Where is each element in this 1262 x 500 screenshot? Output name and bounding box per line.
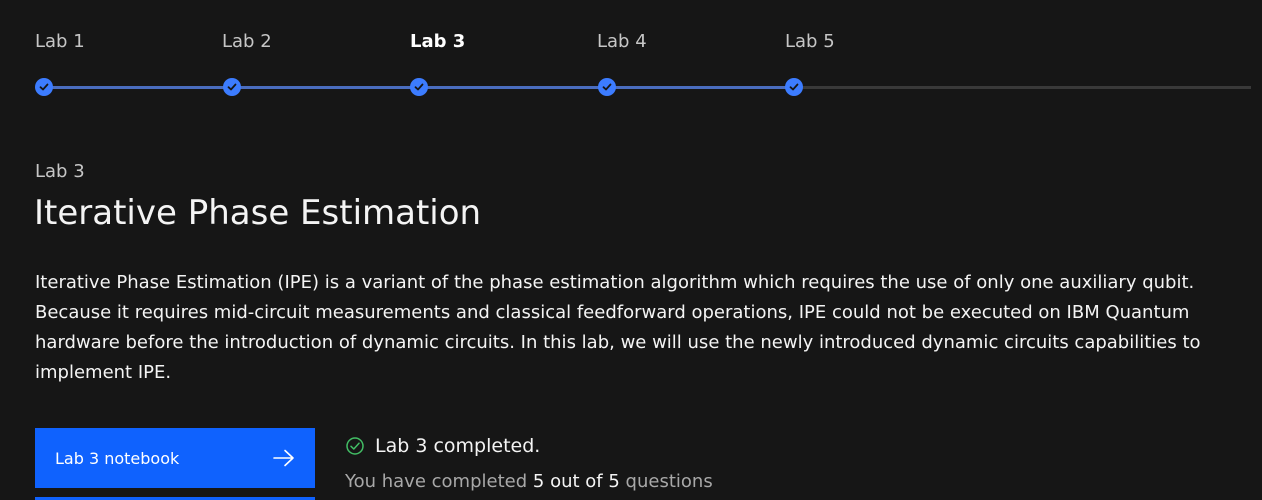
step-label-lab-4[interactable]: Lab 4 — [597, 31, 647, 53]
arrow-right-icon — [273, 449, 294, 467]
out-of-text: out of — [550, 471, 603, 492]
completed-count: 5 — [532, 471, 545, 492]
question-progress: You have completed 5 out of 5 questions — [345, 470, 713, 494]
progress-prefix: You have completed — [345, 471, 528, 492]
completion-status: Lab 3 completed. — [345, 434, 540, 458]
lab-notebook-button[interactable]: Lab 3 notebook — [35, 428, 315, 488]
step-1-checkmark-icon[interactable] — [35, 78, 53, 96]
completion-status-text: Lab 3 completed. — [375, 435, 541, 457]
total-count: 5 — [608, 471, 620, 492]
step-label-lab-2[interactable]: Lab 2 — [222, 31, 272, 53]
step-3-checkmark-icon[interactable] — [410, 78, 428, 96]
step-label-lab-1[interactable]: Lab 1 — [35, 31, 85, 53]
step-5-checkmark-icon[interactable] — [785, 78, 803, 96]
step-4-checkmark-icon[interactable] — [598, 78, 616, 96]
lab-description: Iterative Phase Estimation (IPE) is a va… — [35, 272, 1201, 383]
lab-page: Lab 1 Lab 2 Lab 3 Lab 4 Lab 5 Lab 3 Iter… — [0, 0, 1262, 500]
step-2-checkmark-icon[interactable] — [223, 78, 241, 96]
progress-suffix: questions — [625, 471, 713, 492]
page-title: Iterative Phase Estimation — [34, 193, 482, 233]
step-label-lab-3[interactable]: Lab 3 — [410, 31, 465, 53]
progress-track-remaining — [794, 86, 1251, 89]
checkmark-outline-icon — [346, 437, 364, 455]
lab-notebook-button-label: Lab 3 notebook — [55, 448, 180, 468]
lab-progress-stepper: Lab 1 Lab 2 Lab 3 Lab 4 Lab 5 — [0, 0, 1262, 110]
step-label-lab-5[interactable]: Lab 5 — [785, 31, 835, 53]
lab-eyebrow: Lab 3 — [35, 161, 85, 182]
